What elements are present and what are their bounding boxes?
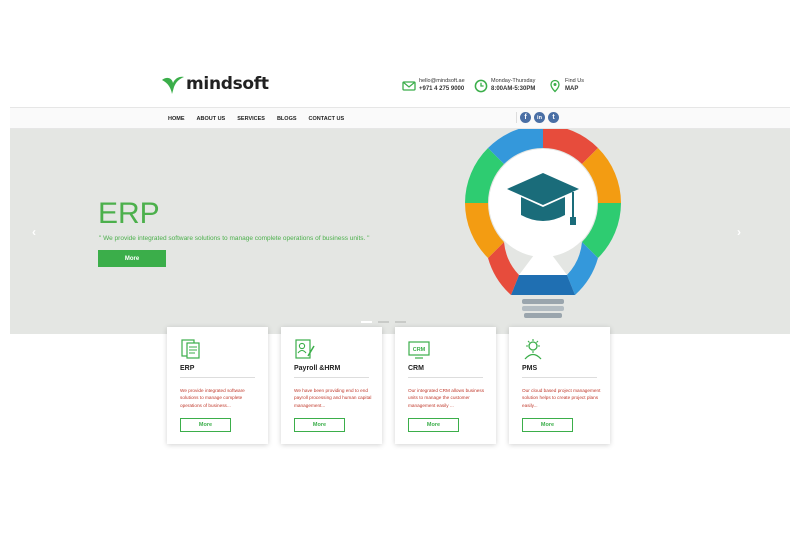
slider-next-arrow[interactable]: ›: [737, 225, 741, 239]
card-title: Payroll &HRM: [294, 365, 341, 372]
map-pin-icon: [550, 79, 560, 93]
hero-quote: " We provide integrated software solutio…: [99, 235, 370, 242]
slider-dots: [361, 321, 406, 323]
hero-slider: ‹ › ERP " We provide integrated software…: [10, 129, 790, 334]
social-links: f in t: [516, 112, 559, 123]
main-nav: HOME ABOUT US SERVICES BLOGS CONTACT US …: [10, 107, 790, 129]
contact-map[interactable]: Find Us MAP: [548, 78, 584, 94]
find-us-label: Find Us: [565, 78, 584, 84]
nav-item-about-us[interactable]: ABOUT US: [197, 116, 226, 122]
slider-dot[interactable]: [378, 321, 389, 323]
contact-hours: Monday-Thursday 8:00AM-5:30PM: [474, 78, 535, 94]
map-link[interactable]: MAP: [565, 86, 578, 92]
nav-item-blogs[interactable]: BLOGS: [277, 116, 297, 122]
envelope-phone-icon: [402, 81, 416, 91]
pms-icon: [524, 339, 542, 360]
card-description: We have been providing end to end payrol…: [294, 388, 372, 408]
contact-phone[interactable]: +971 4 275 9000: [419, 86, 464, 92]
card-title: CRM: [408, 365, 424, 372]
nav-item-home[interactable]: HOME: [168, 116, 185, 122]
slider-prev-arrow[interactable]: ‹: [32, 225, 36, 239]
service-card-erp[interactable]: ERP We provide integrated software solut…: [167, 327, 268, 444]
lightbulb-illustration: [465, 129, 621, 318]
card-divider: [522, 377, 597, 378]
contact-email-phone[interactable]: hello@mindsoft.ae +971 4 275 9000: [402, 78, 465, 94]
card-more-button[interactable]: More: [180, 418, 231, 432]
nav-item-services[interactable]: SERVICES: [237, 116, 265, 122]
card-divider: [180, 377, 255, 378]
logo-text: mindsoft: [186, 74, 269, 94]
bird-logo-icon: [162, 76, 184, 94]
clock-icon: [474, 79, 488, 93]
card-divider: [294, 377, 369, 378]
linkedin-icon[interactable]: in: [534, 112, 545, 123]
card-description: Our cloud based project management solut…: [522, 388, 601, 408]
hours-value: 8:00AM-5:30PM: [491, 86, 536, 93]
crm-icon: CRM: [408, 341, 430, 359]
hero-more-button[interactable]: More: [98, 250, 166, 267]
hero-title: ERP: [98, 197, 160, 230]
card-more-button[interactable]: More: [294, 418, 345, 432]
card-title: PMS: [522, 365, 538, 372]
card-description: We provide integrated software solutions…: [180, 388, 245, 408]
service-card-payroll[interactable]: Payroll &HRM We have been providing end …: [281, 327, 382, 444]
nav-item-contact-us[interactable]: CONTACT US: [309, 116, 345, 122]
card-description: Our integrated CRM allows business units…: [408, 388, 485, 408]
payroll-icon: [295, 339, 315, 359]
contact-email[interactable]: hello@mindsoft.ae: [419, 78, 465, 85]
erp-icon: [181, 339, 200, 359]
service-card-crm[interactable]: CRM CRM Our integrated CRM allows busine…: [395, 327, 496, 444]
card-title: ERP: [180, 365, 195, 372]
facebook-icon[interactable]: f: [520, 112, 531, 123]
card-divider: [408, 377, 483, 378]
hours-label: Monday-Thursday: [491, 78, 536, 84]
nav-links: HOME ABOUT US SERVICES BLOGS CONTACT US: [168, 108, 344, 129]
page: mindsoft hello@mindsoft.ae +971 4 275 90…: [0, 0, 800, 545]
twitter-icon[interactable]: t: [548, 112, 559, 123]
crm-icon-label: CRM: [413, 347, 426, 353]
logo[interactable]: mindsoft: [160, 74, 269, 94]
card-more-button[interactable]: More: [522, 418, 573, 432]
slider-dot[interactable]: [395, 321, 406, 323]
service-card-pms[interactable]: PMS Our cloud based project management s…: [509, 327, 610, 444]
slider-dot[interactable]: [361, 321, 372, 323]
card-more-button[interactable]: More: [408, 418, 459, 432]
